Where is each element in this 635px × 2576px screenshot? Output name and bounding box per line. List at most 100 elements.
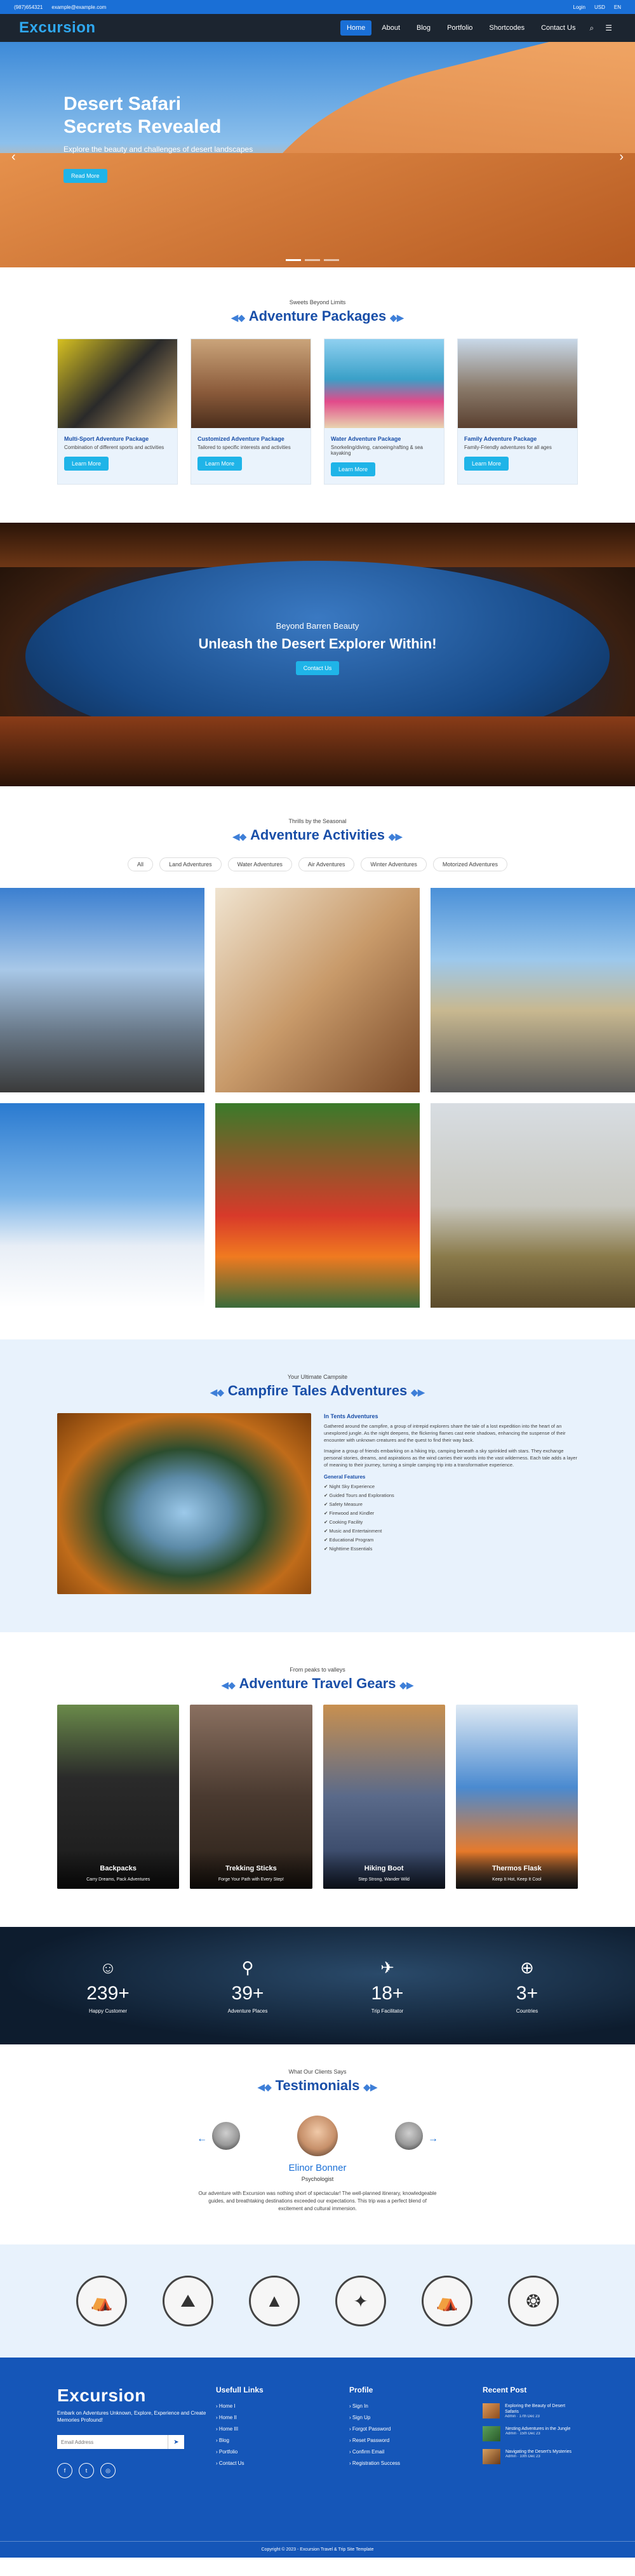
post-thumbnail — [483, 2449, 500, 2464]
outdoor-badge-icon[interactable]: ✦ — [335, 2276, 386, 2326]
testimonials-title: ◀◆ Testimonials ◆▶ — [258, 2077, 377, 2093]
nav-item-contact[interactable]: Contact Us — [535, 20, 582, 36]
package-image — [191, 339, 311, 428]
footer-link[interactable]: › Home I — [216, 2403, 349, 2409]
package-title[interactable]: Customized Adventure Package — [197, 436, 304, 442]
globe-icon: ⊕ — [520, 1957, 534, 1977]
learn-more-button[interactable]: Learn More — [331, 462, 376, 476]
features-list: ✔ Night Sky Experience ✔ Guided Tours an… — [324, 1483, 578, 1552]
avatar[interactable] — [297, 2116, 338, 2156]
nav-item-shortcodes[interactable]: Shortcodes — [483, 20, 531, 36]
nav-item-blog[interactable]: Blog — [410, 20, 437, 36]
stat-value: 3+ — [516, 1982, 538, 2004]
feature-item: ✔ Safety Measure — [324, 1501, 363, 1507]
gear-card[interactable]: Hiking Boot Step Strong, Wander Wild — [323, 1705, 445, 1889]
twitter-icon[interactable]: t — [79, 2463, 94, 2478]
slider-dot[interactable] — [305, 259, 320, 261]
gear-card[interactable]: Backpacks Carry Dreams, Pack Adventures — [57, 1705, 180, 1889]
footer-link[interactable]: › Home II — [216, 2415, 349, 2420]
login-link[interactable]: Login — [573, 4, 585, 10]
camp-badge-icon[interactable]: ⛺ — [422, 2276, 472, 2326]
activity-image[interactable] — [215, 1103, 420, 1308]
profile-link[interactable]: › Confirm Email — [349, 2449, 483, 2455]
package-card: Water Adventure Package Snorkeling/divin… — [324, 339, 444, 485]
filter-motorized[interactable]: Motorized Adventures — [432, 857, 507, 871]
phone-text[interactable]: (987)654321 — [14, 4, 43, 10]
slider-next-icon[interactable]: › — [619, 150, 624, 164]
packages-title: ◀◆ Adventure Packages ◆▶ — [231, 308, 404, 324]
testimonial-prev-icon[interactable]: ← — [197, 2133, 207, 2145]
ornament-icon: ◆▶ — [390, 312, 404, 323]
recent-post[interactable]: Nesting Adventures in the Jungle Admin · … — [483, 2426, 578, 2441]
menu-icon[interactable]: ☰ — [601, 20, 616, 36]
profile-link[interactable]: › Reset Password — [349, 2438, 483, 2443]
learn-more-button[interactable]: Learn More — [197, 457, 243, 471]
gear-card[interactable]: Trekking Sticks Forge Your Path with Ever… — [190, 1705, 312, 1889]
mountain-badge-icon[interactable]: ⛰ — [163, 2276, 213, 2326]
footer-link[interactable]: › Contact Us — [216, 2460, 349, 2466]
recent-post[interactable]: Exploring the Beauty of Desert Safaris Ad… — [483, 2403, 578, 2418]
activity-image[interactable] — [431, 888, 635, 1092]
profile-link[interactable]: › Sign Up — [349, 2415, 483, 2420]
avatar[interactable] — [212, 2122, 240, 2150]
avatar[interactable] — [395, 2122, 423, 2150]
filter-air[interactable]: Air Adventures — [298, 857, 355, 871]
feature-item: ✔ Guided Tours and Explorations — [324, 1493, 394, 1498]
profile-link[interactable]: › Sign In — [349, 2403, 483, 2409]
activity-image[interactable] — [0, 1103, 204, 1308]
gear-card[interactable]: Thermos Flask Keep It Hot, Keep It Cool — [455, 1705, 578, 1889]
filter-land[interactable]: Land Adventures — [159, 857, 222, 871]
instagram-icon[interactable]: ◎ — [100, 2463, 116, 2478]
campfire-badge-icon[interactable]: ⛺ — [76, 2276, 127, 2326]
gear-title: Trekking Sticks — [225, 1865, 277, 1872]
profile-link[interactable]: › Forgot Password — [349, 2426, 483, 2432]
hero-read-more-button[interactable]: Read More — [64, 169, 107, 183]
testimonial-quote: Our adventure with Excursion was nothing… — [198, 2190, 437, 2211]
footer-link[interactable]: › Blog — [216, 2438, 349, 2443]
mountain-badge-icon[interactable]: ▲ — [249, 2276, 300, 2326]
slider-dot[interactable] — [286, 259, 301, 261]
testimonial-next-icon[interactable]: → — [428, 2133, 438, 2145]
nav-item-portfolio[interactable]: Portfolio — [441, 20, 479, 36]
language-select[interactable]: EN — [614, 4, 621, 10]
learn-more-button[interactable]: Learn More — [64, 457, 109, 471]
gear-desc: Keep It Hot, Keep It Cool — [492, 1877, 542, 1882]
learn-more-button[interactable]: Learn More — [464, 457, 509, 471]
footer-link[interactable]: › Portfolio — [216, 2449, 349, 2455]
tales-subtitle: Your Ultimate Campsite — [287, 1374, 348, 1380]
currency-select[interactable]: USD — [594, 4, 605, 10]
explore-badge-icon[interactable]: ❂ — [508, 2276, 559, 2326]
campfire-section: Your Ultimate Campsite ◀◆ Campfire Tales … — [0, 1339, 635, 1632]
email-text[interactable]: example@example.com — [51, 4, 106, 10]
desert-banner: Beyond Barren Beauty Unleash the Desert … — [0, 523, 635, 786]
email-field[interactable] — [57, 2435, 168, 2449]
recent-post[interactable]: Navigating the Desert's Mysteries Admin ·… — [483, 2449, 578, 2464]
profile-link[interactable]: › Registration Success — [349, 2460, 483, 2466]
nav-item-home[interactable]: Home — [340, 20, 372, 36]
stat-item: ☺ 239+ Happy Customer — [57, 1958, 159, 2014]
facebook-icon[interactable]: f — [57, 2463, 72, 2478]
nav-item-about[interactable]: About — [375, 20, 406, 36]
partners-section: ⛺ ⛰ ▲ ✦ ⛺ ❂ — [0, 2244, 635, 2358]
package-title[interactable]: Family Adventure Package — [464, 436, 571, 442]
feature-item: ✔ Educational Program — [324, 1537, 374, 1543]
filter-water[interactable]: Water Adventures — [227, 857, 292, 871]
gear-cards: Backpacks Carry Dreams, Pack Adventures T… — [57, 1705, 578, 1889]
search-icon[interactable]: ⌕ — [586, 20, 598, 37]
footer-logo[interactable]: Excursion — [57, 2385, 216, 2406]
slider-dot[interactable] — [324, 259, 339, 261]
site-logo[interactable]: Excursion — [19, 19, 96, 37]
send-icon[interactable]: ➤ — [168, 2435, 184, 2449]
slider-prev-icon[interactable]: ‹ — [11, 150, 16, 164]
activity-image[interactable] — [431, 1103, 635, 1308]
banner-contact-button[interactable]: Contact Us — [295, 661, 340, 675]
package-title[interactable]: Multi-Sport Adventure Package — [64, 436, 171, 442]
activity-image[interactable] — [215, 888, 420, 1092]
filter-all[interactable]: All — [128, 857, 154, 871]
package-title[interactable]: Water Adventure Package — [331, 436, 438, 442]
packages-subtitle: Sweets Beyond Limits — [289, 299, 346, 305]
activity-image[interactable] — [0, 888, 204, 1092]
plane-icon: ✈ — [380, 1957, 394, 1977]
footer-link[interactable]: › Home III — [216, 2426, 349, 2432]
filter-winter[interactable]: Winter Adventures — [361, 857, 427, 871]
